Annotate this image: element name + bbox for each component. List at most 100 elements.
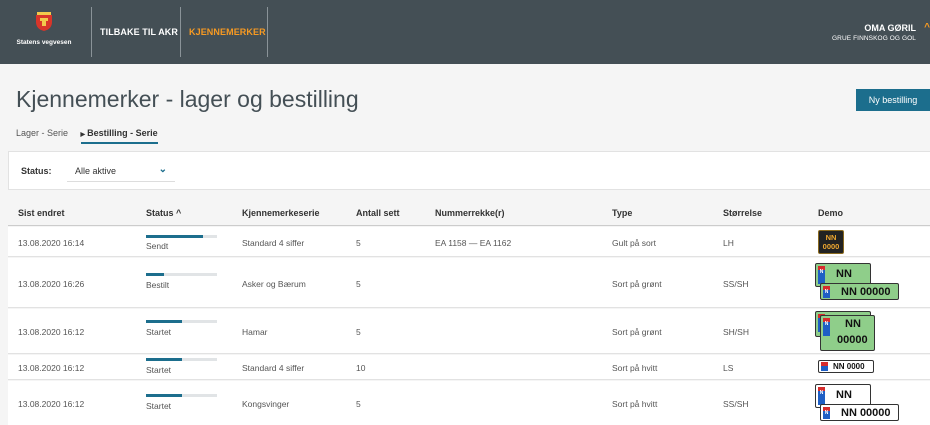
chevron-up-icon[interactable]: ^ bbox=[924, 22, 930, 33]
status-progress-bar bbox=[146, 394, 217, 397]
cell-count: 5 bbox=[356, 399, 361, 409]
divider bbox=[91, 7, 92, 57]
chevron-down-icon: ⌄ bbox=[158, 164, 167, 175]
cell-series: Asker og Bærum bbox=[242, 279, 306, 289]
cell-series: Hamar bbox=[242, 327, 268, 337]
demo-plate-green-front: N NN 00000 bbox=[820, 315, 875, 351]
tab-bestilling-serie[interactable]: ▶ Bestilling - Serie bbox=[80, 128, 158, 144]
plate-line-2: 00000 bbox=[837, 334, 868, 346]
eu-band-icon: N bbox=[818, 266, 825, 284]
cell-last-changed: 13.08.2020 16:12 bbox=[18, 399, 85, 409]
eu-band-icon bbox=[821, 362, 828, 371]
tab-lager-serie[interactable]: Lager - Serie bbox=[16, 128, 68, 138]
eu-band-icon: N bbox=[823, 286, 830, 298]
status-progress-fill bbox=[146, 320, 182, 323]
column-header-series[interactable]: Kjennemerkeserie bbox=[242, 208, 320, 218]
plate-text: NN 0000 bbox=[833, 362, 865, 371]
eu-band-icon: N bbox=[818, 387, 825, 405]
status-progress-fill bbox=[146, 394, 182, 397]
column-header-status[interactable]: Status ^ bbox=[146, 208, 181, 218]
eu-band-icon: N bbox=[823, 407, 830, 419]
cell-status: Startet bbox=[146, 327, 172, 337]
top-navigation-bar: Statens vegvesen TILBAKE TIL AKR KJENNEM… bbox=[0, 0, 930, 64]
logo-text: Statens vegvesen bbox=[16, 39, 72, 46]
table-row[interactable]: 13.08.2020 16:12 Startet Kongsvinger 5 S… bbox=[8, 381, 930, 425]
cell-last-changed: 13.08.2020 16:12 bbox=[18, 327, 85, 337]
demo-plate-green-large: N NN 00000 bbox=[820, 283, 899, 300]
status-filter-select[interactable]: Alle aktive ⌄ bbox=[67, 160, 175, 182]
plate-text: NN 00000 bbox=[841, 286, 891, 298]
cell-type: Sort på grønt bbox=[612, 279, 662, 289]
cell-status: Sendt bbox=[146, 241, 169, 251]
cell-type: Gult på sort bbox=[612, 238, 656, 248]
eu-band-icon: N bbox=[823, 318, 830, 336]
cell-number-range: EA 1158 — EA 1162 bbox=[435, 238, 512, 248]
nav-link-back-to-akr[interactable]: TILBAKE TIL AKR bbox=[100, 27, 178, 37]
cell-count: 5 bbox=[356, 327, 361, 337]
breadcrumb-tabs: Lager - Serie ▶ Bestilling - Serie bbox=[16, 128, 158, 144]
column-header-status-label: Status bbox=[146, 208, 174, 218]
caret-right-icon: ▶ bbox=[80, 132, 86, 138]
cell-status: Startet bbox=[146, 401, 172, 411]
table-row[interactable]: 13.08.2020 16:12 Startet Standard 4 siff… bbox=[8, 355, 930, 380]
column-header-last-changed[interactable]: Sist endret bbox=[18, 208, 65, 218]
nav-link-kjennemerker[interactable]: KJENNEMERKER bbox=[189, 27, 266, 37]
user-name: OMA GØRIL bbox=[864, 23, 916, 33]
filter-panel: Status: Alle aktive ⌄ bbox=[8, 151, 930, 190]
cell-size: SH/SH bbox=[723, 327, 749, 337]
new-order-button[interactable]: Ny bestilling bbox=[856, 89, 930, 111]
cell-last-changed: 13.08.2020 16:14 bbox=[18, 238, 85, 248]
statens-vegvesen-logo[interactable]: Statens vegvesen bbox=[14, 10, 74, 56]
status-progress-fill bbox=[146, 273, 164, 276]
tab-bestilling-serie-label: Bestilling - Serie bbox=[87, 128, 158, 138]
table-row[interactable]: 13.08.2020 16:12 Startet Hamar 5 Sort på… bbox=[8, 309, 930, 354]
divider bbox=[267, 7, 268, 57]
plate-line-1: NN bbox=[825, 233, 837, 242]
column-header-size[interactable]: Størrelse bbox=[723, 208, 762, 218]
plate-text: NN 00000 bbox=[841, 407, 891, 419]
table-row[interactable]: 13.08.2020 16:14 Sendt Standard 4 siffer… bbox=[8, 227, 930, 257]
status-filter-label: Status: bbox=[21, 166, 52, 176]
plate-text: NN bbox=[836, 389, 852, 401]
table-row[interactable]: 13.08.2020 16:26 Bestilt Asker og Bærum … bbox=[8, 258, 930, 308]
sort-ascending-icon: ^ bbox=[176, 208, 182, 218]
cell-status: Bestilt bbox=[146, 280, 170, 290]
cell-count: 5 bbox=[356, 238, 361, 248]
cell-series: Standard 4 siffer bbox=[242, 238, 305, 248]
page-title: Kjennemerker - lager og bestilling bbox=[16, 86, 359, 112]
cell-last-changed: 13.08.2020 16:26 bbox=[18, 279, 85, 289]
status-progress-fill bbox=[146, 358, 182, 361]
status-progress-bar bbox=[146, 358, 217, 361]
cell-type: Sort på hvitt bbox=[612, 363, 658, 373]
status-progress-fill bbox=[146, 235, 203, 238]
cell-size: LH bbox=[723, 238, 734, 248]
plate-line-1: NN bbox=[845, 318, 861, 330]
user-organization: GRUE FINNSKOG OG GOL bbox=[832, 35, 916, 42]
cell-size: SS/SH bbox=[723, 279, 749, 289]
cell-last-changed: 13.08.2020 16:12 bbox=[18, 363, 85, 373]
column-header-type[interactable]: Type bbox=[612, 208, 632, 218]
cell-size: LS bbox=[723, 363, 734, 373]
cell-type: Sort på grønt bbox=[612, 327, 662, 337]
demo-plate-yellow-on-black: NN 0000 bbox=[818, 230, 844, 254]
column-header-count[interactable]: Antall sett bbox=[356, 208, 400, 218]
divider bbox=[180, 7, 181, 57]
user-menu[interactable]: OMA GØRIL GRUE FINNSKOG OG GOL bbox=[832, 23, 916, 42]
cell-series: Kongsvinger bbox=[242, 399, 290, 409]
status-filter-value: Alle aktive bbox=[75, 166, 117, 176]
plate-text: NN bbox=[836, 268, 852, 280]
column-header-number-range[interactable]: Nummerrekke(r) bbox=[435, 208, 505, 218]
cell-type: Sort på hvitt bbox=[612, 399, 658, 409]
plate-line-2: 0000 bbox=[822, 242, 840, 251]
column-header-demo: Demo bbox=[818, 208, 844, 218]
demo-plate-white-long: NN 0000 bbox=[818, 360, 874, 373]
status-progress-bar bbox=[146, 273, 217, 276]
crest-icon bbox=[36, 12, 52, 31]
status-progress-bar bbox=[146, 320, 217, 323]
demo-plate-white-large: N NN 00000 bbox=[820, 404, 899, 421]
cell-count: 10 bbox=[356, 363, 366, 373]
cell-status: Startet bbox=[146, 365, 172, 375]
cell-count: 5 bbox=[356, 279, 361, 289]
cell-size: SS/SH bbox=[723, 399, 749, 409]
cell-series: Standard 4 siffer bbox=[242, 363, 305, 373]
